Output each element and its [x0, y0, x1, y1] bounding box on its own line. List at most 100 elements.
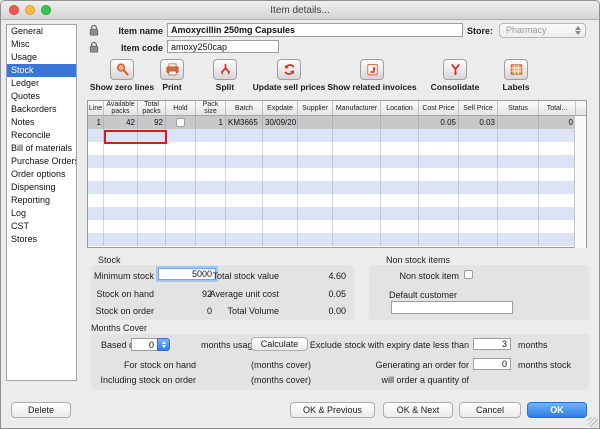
- sidebar-item-reporting[interactable]: Reporting: [7, 194, 76, 207]
- column-header-pack-size[interactable]: Pack size: [196, 101, 226, 115]
- column-header-hold[interactable]: Hold: [166, 101, 196, 115]
- cell-total: [539, 129, 576, 142]
- column-header-cost-price[interactable]: Cost Price: [419, 101, 459, 115]
- cell-pack_size: [196, 168, 226, 181]
- cell-expdate[interactable]: 30/09/20: [263, 116, 298, 129]
- sidebar-item-notes[interactable]: Notes: [7, 116, 76, 129]
- cell-location[interactable]: [381, 116, 419, 129]
- column-header-batch[interactable]: Batch: [226, 101, 263, 115]
- cell-supplier: [298, 142, 333, 155]
- table-row: 1 42 92 1 KM3665 30/09/20 0.05 0.03 0: [88, 116, 586, 129]
- cell-sell_price: [459, 207, 498, 220]
- column-header-total[interactable]: Total...: [539, 101, 576, 115]
- non-stock-item-checkbox[interactable]: [464, 270, 473, 279]
- toolbar-button-label: Print: [162, 82, 182, 92]
- cell-pack_size[interactable]: 1: [196, 116, 226, 129]
- sidebar-item-stock[interactable]: Stock: [7, 64, 76, 77]
- cell-batch[interactable]: KM3665: [226, 116, 263, 129]
- hold-checkbox[interactable]: [176, 118, 185, 127]
- consolidate-button[interactable]: Consolidate: [425, 59, 485, 92]
- cell-status: [498, 155, 539, 168]
- cell-available_packs: [104, 129, 138, 142]
- sidebar-item-stores[interactable]: Stores: [7, 233, 76, 246]
- column-header-expdate[interactable]: Expdate: [263, 101, 298, 115]
- cell-total_packs[interactable]: 92: [138, 116, 166, 129]
- cell-available_packs: [104, 233, 138, 246]
- stepper-icon[interactable]: [157, 338, 170, 351]
- cell-status[interactable]: [498, 116, 539, 129]
- cell-supplier: [298, 220, 333, 233]
- cell-hold: [166, 220, 196, 233]
- column-header-total-packs[interactable]: Total packs: [138, 101, 166, 115]
- vertical-scrollbar[interactable]: [574, 116, 586, 248]
- sidebar-item-order-options[interactable]: Order options: [7, 168, 76, 181]
- close-icon[interactable]: [9, 5, 19, 15]
- ok-next-button[interactable]: OK & Next: [383, 402, 453, 418]
- cell-total[interactable]: 0: [539, 116, 576, 129]
- item-name-input[interactable]: [167, 23, 463, 37]
- split-icon: [213, 59, 237, 80]
- split-button[interactable]: Split: [200, 59, 250, 92]
- show-related-invoices-button[interactable]: Show related invoices: [327, 59, 417, 92]
- sidebar-item-purchase-orders[interactable]: Purchase Orders: [7, 155, 76, 168]
- sidebar-item-usage[interactable]: Usage: [7, 51, 76, 64]
- cell-status: [498, 233, 539, 246]
- sidebar-item-reconcile[interactable]: Reconcile: [7, 129, 76, 142]
- sidebar-item-backorders[interactable]: Backorders: [7, 103, 76, 116]
- sidebar-item-quotes[interactable]: Quotes: [7, 90, 76, 103]
- column-header-line[interactable]: Line: [88, 101, 104, 115]
- total-volume-value: 0.00: [328, 306, 346, 316]
- cell-line[interactable]: 1: [88, 116, 104, 129]
- cell-manufacturer[interactable]: [333, 116, 381, 129]
- default-customer-input[interactable]: [391, 301, 513, 314]
- cell-location: [381, 181, 419, 194]
- cell-cost_price: [419, 194, 459, 207]
- ok-button[interactable]: OK: [527, 402, 587, 418]
- cell-batch: [226, 181, 263, 194]
- sidebar-item-log[interactable]: Log: [7, 207, 76, 220]
- including-stock-on-order-label: Including stock on order: [100, 375, 196, 385]
- stock-section-box: Minimum stock Stock on hand 92 Stock on …: [91, 265, 354, 320]
- cell-supplier[interactable]: [298, 116, 333, 129]
- cell-hold[interactable]: [166, 116, 196, 129]
- labels-button[interactable]: Labels: [491, 59, 541, 92]
- store-select[interactable]: Pharmacy: [499, 23, 586, 38]
- cell-pack_size: [196, 207, 226, 220]
- cell-cost_price[interactable]: 0.05: [419, 116, 459, 129]
- sidebar-item-general[interactable]: General: [7, 25, 76, 38]
- item-code-input[interactable]: [167, 40, 279, 53]
- resize-grip[interactable]: [588, 417, 598, 427]
- minimize-icon[interactable]: [25, 5, 35, 15]
- sidebar-item-bill-of-materials[interactable]: Bill of materials: [7, 142, 76, 155]
- generating-months-input[interactable]: [473, 358, 511, 370]
- ok-previous-button[interactable]: OK & Previous: [290, 402, 375, 418]
- stock-section-title: Stock: [98, 255, 121, 265]
- sidebar-item-cst[interactable]: CST: [7, 220, 76, 233]
- exclude-months-input[interactable]: [473, 338, 511, 350]
- column-header-sell-price[interactable]: Sell Price: [459, 101, 498, 115]
- column-header-manufacturer[interactable]: Manufacturer: [333, 101, 381, 115]
- sidebar-item-dispensing[interactable]: Dispensing: [7, 181, 76, 194]
- cell-sell_price: [459, 155, 498, 168]
- delete-button[interactable]: Delete: [11, 402, 71, 418]
- cell-pack_size: [196, 220, 226, 233]
- column-header-available-packs[interactable]: Available packs: [104, 101, 138, 115]
- cell-sell_price[interactable]: 0.03: [459, 116, 498, 129]
- cell-cost_price: [419, 155, 459, 168]
- column-header-status[interactable]: Status: [498, 101, 539, 115]
- cell-manufacturer: [333, 194, 381, 207]
- sidebar-item-misc[interactable]: Misc: [7, 38, 76, 51]
- magnifier-icon: [110, 59, 134, 80]
- cancel-button[interactable]: Cancel: [459, 402, 521, 418]
- print-button[interactable]: Print: [147, 59, 197, 92]
- column-header-supplier[interactable]: Supplier: [298, 101, 333, 115]
- based-on-spinner[interactable]: 0: [131, 338, 170, 351]
- cell-available_packs[interactable]: 42: [104, 116, 138, 129]
- cell-total: [539, 233, 576, 246]
- column-header-location[interactable]: Location: [381, 101, 419, 115]
- sidebar-item-ledger[interactable]: Ledger: [7, 77, 76, 90]
- cell-total_packs: [138, 168, 166, 181]
- cell-sell_price: [459, 220, 498, 233]
- update-sell-prices-button[interactable]: Update sell prices: [249, 59, 329, 92]
- zoom-icon[interactable]: [41, 5, 51, 15]
